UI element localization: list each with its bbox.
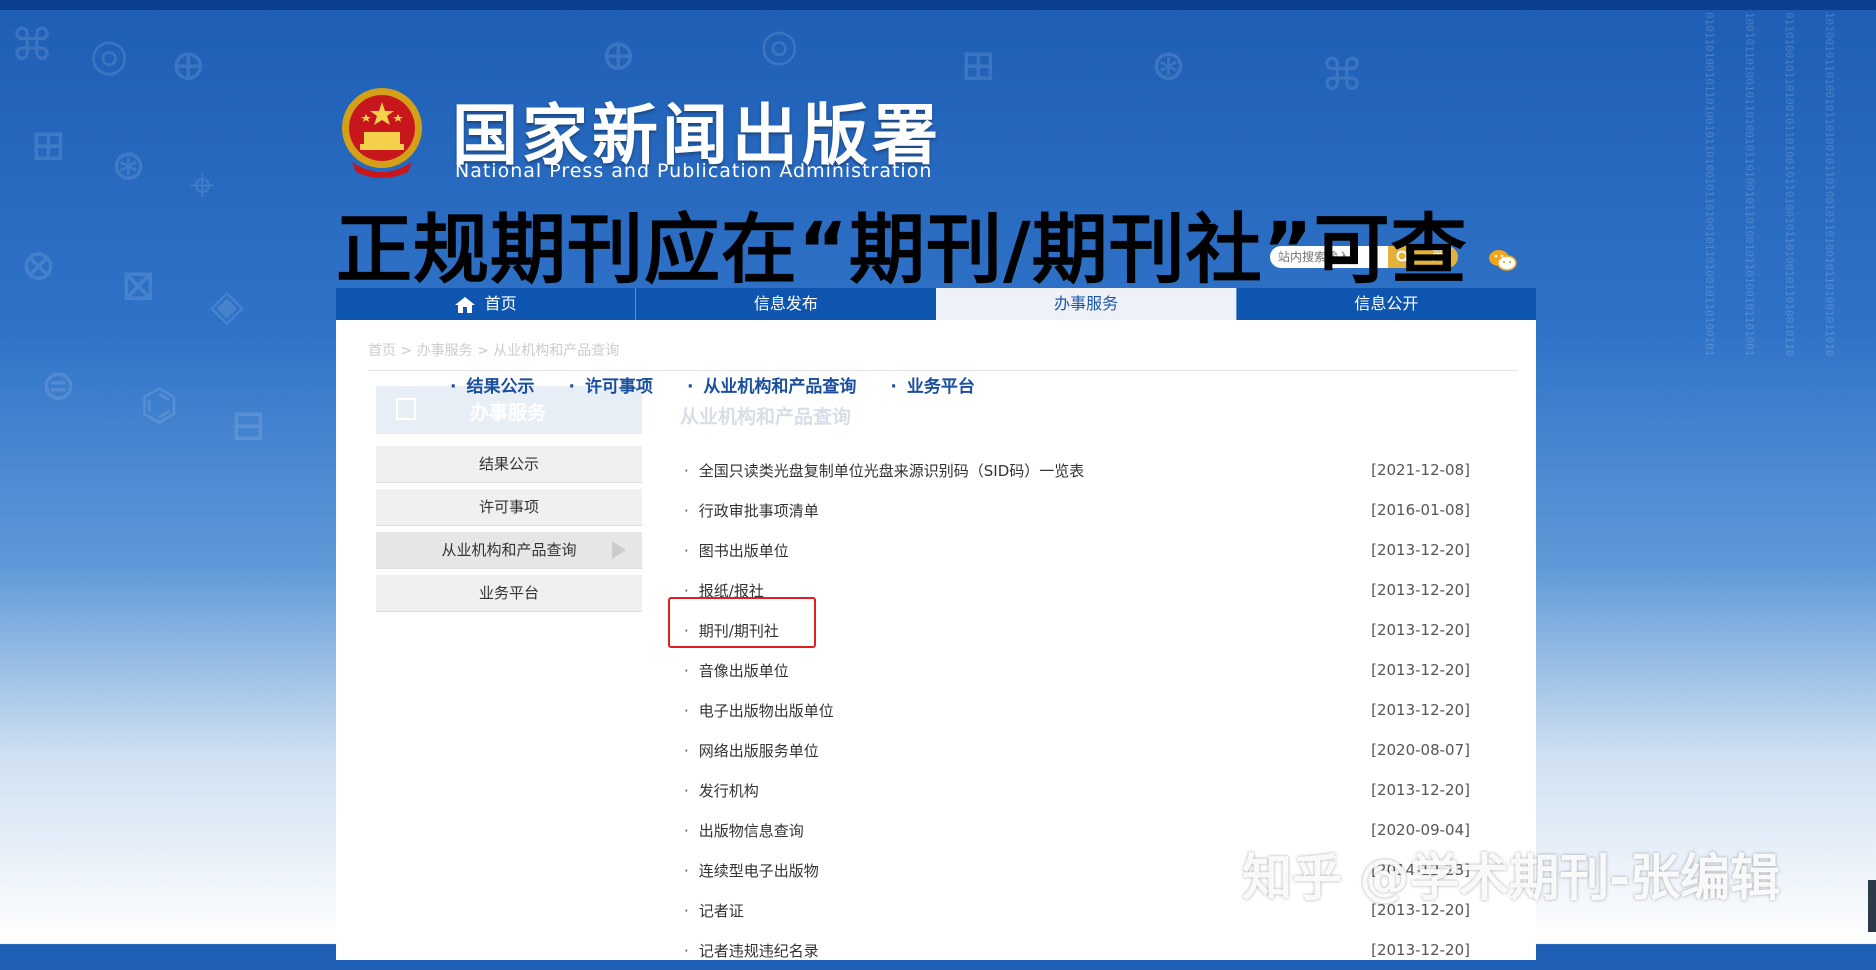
list-item-date: [2013-12-20]	[1371, 781, 1470, 799]
list-item: 记者违规违纪名录[2013-12-20]	[680, 930, 1470, 970]
quick-link-results[interactable]: 结果公示	[450, 372, 534, 397]
list-item-date: [2016-01-08]	[1371, 501, 1470, 519]
sidebar-item-institution-query[interactable]: 从业机构和产品查询	[376, 532, 642, 569]
list-item-link[interactable]: 行政审批事项清单	[680, 500, 819, 521]
quick-links: 结果公示 许可事项 从业机构和产品查询 业务平台	[450, 372, 975, 397]
binary-decoration: 1010010110100101101001011010010110100101…	[1823, 12, 1836, 357]
list-item: 发行机构 [2013-12-20]	[680, 770, 1470, 810]
overlay-caption: 正规期刊应在“期刊/期刊社”可查	[336, 205, 1468, 294]
list-item-link[interactable]: 全国只读类光盘复制单位光盘来源识别码（SID码）一览表	[680, 460, 1085, 481]
list-item-link[interactable]: 记者违规违纪名录	[680, 940, 819, 961]
list-item-link[interactable]: 音像出版单位	[680, 660, 789, 681]
home-icon	[454, 296, 475, 313]
sidebar-item-results[interactable]: 结果公示	[376, 446, 642, 483]
list-item-date: [2020-08-07]	[1371, 741, 1470, 759]
list-item: 图书出版单位 [2013-12-20]	[680, 530, 1470, 570]
list-item-date: [2013-12-20]	[1371, 541, 1470, 559]
list-item: 音像出版单位 [2013-12-20]	[680, 650, 1470, 690]
list-item: 行政审批事项清单 [2016-01-08]	[680, 490, 1470, 530]
arrow-right-icon	[612, 541, 626, 559]
list-item-link[interactable]: 网络出版服务单位	[680, 740, 819, 761]
list-item-date: [2013-12-20]	[1371, 621, 1470, 639]
top-bar	[0, 0, 1876, 10]
list-item-link[interactable]: 图书出版单位	[680, 540, 789, 561]
list-item-date: [2020-09-04]	[1371, 821, 1470, 839]
binary-decoration: 0110100101101001011010010110100101101001…	[1783, 12, 1796, 357]
list-item-date: [2013-12-20]	[1371, 581, 1470, 599]
list-item: 全国只读类光盘复制单位光盘来源识别码（SID码）一览表 [2021-12-08]	[680, 450, 1470, 490]
quick-link-platform[interactable]: 业务平台	[890, 372, 975, 397]
divider	[368, 370, 1518, 371]
list-item-link[interactable]: 出版物信息查询	[680, 820, 804, 841]
sidebar-menu: 结果公示 许可事项 从业机构和产品查询 业务平台	[376, 446, 642, 618]
list-item: 网络出版服务单位 [2020-08-07]	[680, 730, 1470, 770]
national-emblem-icon	[342, 88, 422, 178]
list-item-date: [2013-12-20]	[1371, 701, 1470, 719]
quick-link-institution-query[interactable]: 从业机构和产品查询	[687, 372, 856, 397]
list-item-link[interactable]: 连续型电子出版物	[680, 860, 819, 881]
section-title: 从业机构和产品查询	[680, 406, 852, 428]
highlight-box	[668, 597, 816, 648]
list-item-date: [2013-12-20]	[1371, 661, 1470, 679]
list-item-date: [2021-12-08]	[1371, 461, 1470, 479]
quick-link-permits[interactable]: 许可事项	[568, 372, 653, 397]
sidebar-heading: 办事服务	[470, 402, 547, 424]
nav-home-label: 首页	[484, 294, 517, 313]
list-item-link[interactable]: 发行机构	[680, 780, 759, 801]
site-subtitle: National Press and Publication Administr…	[455, 160, 933, 182]
sidebar-item-label: 从业机构和产品查询	[441, 541, 577, 559]
wechat-icon[interactable]	[1488, 248, 1518, 272]
watermark: 知乎 @学术期刊-张编辑	[1242, 849, 1781, 907]
list-item-link[interactable]: 记者证	[680, 900, 744, 921]
sidebar-item-platform[interactable]: 业务平台	[376, 575, 642, 612]
scrollbar-thumb[interactable]	[1868, 880, 1876, 932]
sidebar-item-permits[interactable]: 许可事项	[376, 489, 642, 526]
document-icon	[396, 398, 416, 420]
list-item: 电子出版物出版单位 [2013-12-20]	[680, 690, 1470, 730]
list-item-link[interactable]: 电子出版物出版单位	[680, 700, 834, 721]
binary-decoration: 1001011010010110100101101001011010010110…	[1743, 12, 1756, 357]
breadcrumb: 首页 > 办事服务 > 从业机构和产品查询	[368, 343, 620, 359]
binary-decoration: 0101101001011010010110100101101001011010…	[1703, 12, 1716, 357]
